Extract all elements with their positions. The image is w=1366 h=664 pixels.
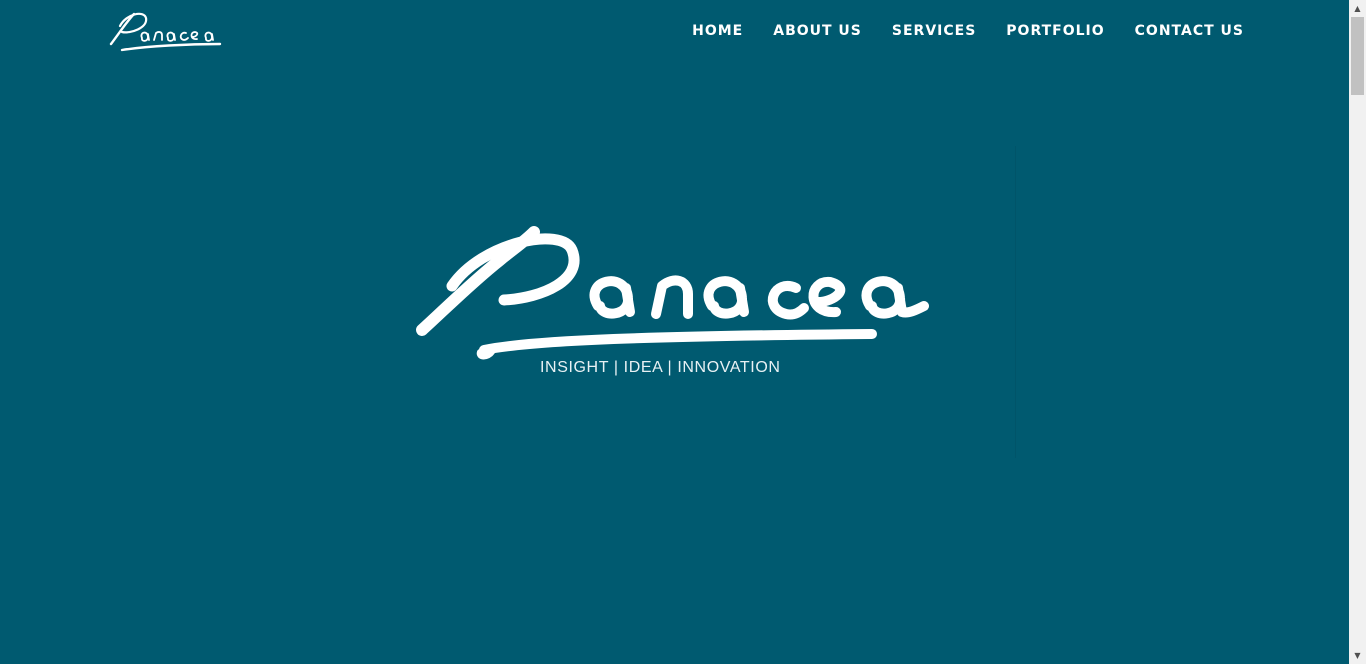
hero-section: INSIGHT | IDEA | INNOVATION bbox=[0, 64, 1349, 664]
nav-about-us[interactable]: ABOUT US bbox=[773, 22, 862, 40]
site-header: HOME ABOUT US SERVICES PORTFOLIO CONTACT… bbox=[0, 0, 1349, 64]
vertical-scrollbar[interactable]: ▲ ▼ bbox=[1349, 0, 1366, 664]
nav-home[interactable]: HOME bbox=[692, 22, 743, 40]
main-nav: HOME ABOUT US SERVICES PORTFOLIO CONTACT… bbox=[662, 22, 1244, 40]
panacea-logo[interactable] bbox=[108, 8, 226, 56]
page: HOME ABOUT US SERVICES PORTFOLIO CONTACT… bbox=[0, 0, 1349, 664]
hero-tagline: INSIGHT | IDEA | INNOVATION bbox=[540, 359, 781, 376]
scrollbar-thumb[interactable] bbox=[1351, 17, 1364, 95]
scroll-up-arrow-icon[interactable]: ▲ bbox=[1349, 0, 1366, 17]
scroll-down-arrow-icon[interactable]: ▼ bbox=[1349, 647, 1366, 664]
panacea-hero-logo bbox=[416, 226, 929, 360]
nav-services[interactable]: SERVICES bbox=[892, 22, 976, 40]
nav-portfolio[interactable]: PORTFOLIO bbox=[1006, 22, 1104, 40]
nav-contact-us[interactable]: CONTACT US bbox=[1135, 22, 1244, 40]
